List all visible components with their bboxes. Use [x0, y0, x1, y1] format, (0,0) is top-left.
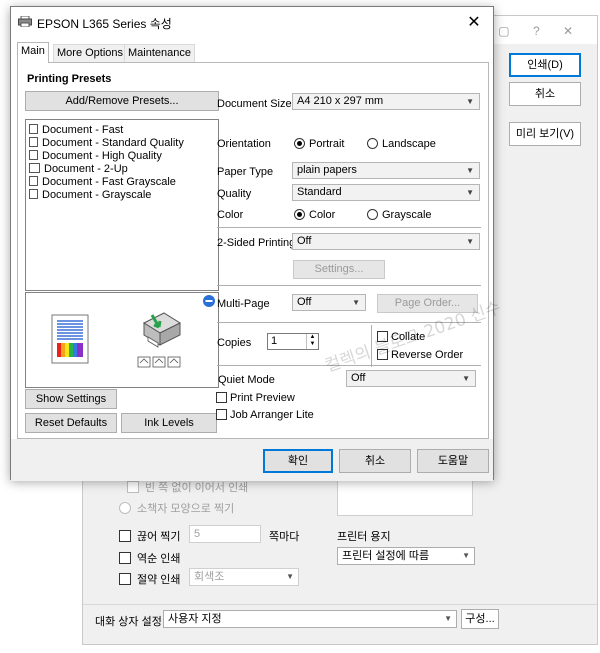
multi-page-label: Multi-Page: [217, 298, 270, 310]
printing-presets-title: Printing Presets: [27, 73, 112, 85]
cut-print-checkbox[interactable]: [119, 530, 131, 542]
chevron-down-icon: ▼: [462, 374, 470, 383]
paper-type-select[interactable]: plain papers ▼: [292, 162, 480, 179]
chevron-down-icon: ▼: [462, 551, 470, 560]
quiet-mode-select[interactable]: Off ▼: [346, 370, 476, 387]
quality-label: Quality: [217, 188, 252, 200]
checkbox-box[interactable]: [216, 392, 227, 403]
ok-button[interactable]: 확인: [263, 449, 333, 473]
divider: [217, 285, 481, 286]
two-up-icon: [29, 163, 40, 173]
show-settings-button[interactable]: Show Settings: [25, 389, 117, 409]
ink-levels-button[interactable]: Ink Levels: [121, 413, 217, 433]
printer-paper-select[interactable]: 프린터 설정에 따름 ▼: [337, 547, 475, 565]
printer-icon: [18, 16, 32, 27]
per-page-label: 쪽마다: [269, 531, 300, 543]
preview-graphic: [51, 295, 215, 368]
preview-button[interactable]: 미리 보기(V): [509, 122, 581, 146]
save-print-checkbox[interactable]: [119, 573, 131, 585]
save-print-select[interactable]: 회색조 ▼: [189, 568, 299, 586]
chevron-down-icon: ▼: [286, 572, 294, 581]
dialog-settings-label: 대화 상자 설정: [95, 616, 162, 628]
list-item[interactable]: Document - 2-Up: [29, 163, 128, 176]
list-item[interactable]: Document - High Quality: [29, 150, 162, 163]
multi-page-select[interactable]: Off ▼: [292, 294, 366, 311]
quality-select[interactable]: Standard ▼: [292, 184, 480, 201]
copies-label: Copies: [217, 337, 252, 349]
window-title: EPSON L365 Series 속성: [37, 17, 172, 31]
document-icon: [29, 137, 38, 147]
color-radio[interactable]: Color: [294, 209, 335, 221]
grayscale-radio[interactable]: Grayscale: [367, 209, 432, 221]
chevron-down-icon: ▼: [466, 237, 474, 246]
help-button[interactable]: 도움말: [417, 449, 489, 473]
orientation-label: Orientation: [217, 138, 271, 150]
stepper-arrows-icon[interactable]: ▲ ▼: [306, 334, 318, 349]
radio-dot[interactable]: [367, 138, 378, 149]
document-icon: [29, 176, 38, 186]
document-icon: [29, 124, 38, 134]
background-divider: [83, 604, 597, 605]
printer-properties-window: EPSON L365 Series 속성 ✕ Main More Options…: [10, 6, 504, 481]
reverse-print-option[interactable]: 역순 인쇄: [119, 550, 181, 566]
chevron-down-icon: ▼: [466, 166, 474, 175]
two-sided-select[interactable]: Off ▼: [292, 233, 480, 250]
quiet-mode-label: Quiet Mode: [218, 374, 275, 386]
booklet-print-radio[interactable]: [119, 502, 131, 514]
close-icon[interactable]: ✕: [465, 12, 483, 32]
printer-graphic: [142, 312, 182, 348]
tab-more-options[interactable]: More Options: [53, 44, 128, 62]
list-item[interactable]: Document - Grayscale: [29, 189, 151, 202]
list-item[interactable]: Document - Standard Quality: [29, 137, 184, 150]
background-cancel-button[interactable]: 취소: [509, 82, 581, 106]
radio-dot[interactable]: [294, 138, 305, 149]
reset-defaults-button[interactable]: Reset Defaults: [25, 413, 117, 433]
add-remove-presets-button[interactable]: Add/Remove Presets...: [25, 91, 219, 111]
cut-print-option[interactable]: 끊어 찍기: [119, 528, 181, 544]
background-title-icons[interactable]: ▢ ? ✕: [498, 24, 583, 38]
dialog-footer: 확인 취소 도움말: [11, 439, 493, 481]
cut-print-spinner[interactable]: 5: [189, 525, 261, 543]
checkbox-box[interactable]: [216, 409, 227, 420]
document-size-label: Document Size: [217, 98, 292, 110]
chevron-down-icon: ▼: [444, 614, 452, 623]
printer-paper-label: 프린터 용지: [337, 531, 391, 543]
tab-main[interactable]: Main: [17, 42, 49, 63]
document-icon: [29, 189, 38, 199]
chevron-down-icon: ▼: [466, 188, 474, 197]
list-item[interactable]: Document - Fast: [29, 124, 123, 137]
copies-stepper[interactable]: 1 ▲ ▼: [267, 333, 319, 350]
print-preview-illustration: [25, 292, 219, 388]
preset-list[interactable]: Document - Fast Document - Standard Qual…: [25, 119, 219, 291]
color-label: Color: [217, 209, 244, 221]
print-preview-checkbox[interactable]: Print Preview: [216, 392, 295, 404]
dialog-settings-select[interactable]: 사용자 지정 ▼: [163, 610, 457, 628]
chevron-down-icon: ▼: [466, 97, 474, 106]
print-button[interactable]: 인쇄(D): [509, 53, 581, 77]
chevron-down-icon: ▼: [352, 298, 360, 307]
two-sided-label: 2-Sided Printing: [217, 237, 296, 249]
no-gap-print-option[interactable]: 빈 쪽 없이 이어서 인쇄: [127, 479, 248, 495]
configure-button[interactable]: 구성...: [461, 609, 499, 629]
booklet-print-option[interactable]: 소책자 모양으로 찍기: [119, 500, 234, 516]
two-sided-settings-button[interactable]: Settings...: [293, 260, 385, 279]
document-icon: [29, 150, 38, 160]
paper-type-label: Paper Type: [217, 166, 274, 178]
tab-maintenance[interactable]: Maintenance: [124, 44, 195, 62]
save-print-option[interactable]: 절약 인쇄: [119, 571, 181, 587]
reverse-print-checkbox[interactable]: [119, 552, 131, 564]
portrait-radio[interactable]: Portrait: [294, 138, 344, 150]
divider: [217, 227, 481, 228]
job-arranger-checkbox[interactable]: Job Arranger Lite: [216, 409, 314, 421]
radio-dot[interactable]: [294, 209, 305, 220]
no-gap-print-checkbox[interactable]: [127, 481, 139, 493]
document-size-select[interactable]: A4 210 x 297 mm ▼: [292, 93, 480, 110]
cancel-button[interactable]: 취소: [339, 449, 411, 473]
radio-dot[interactable]: [367, 209, 378, 220]
titlebar: EPSON L365 Series 속성 ✕: [11, 7, 493, 37]
landscape-radio[interactable]: Landscape: [367, 138, 436, 150]
list-item[interactable]: Document - Fast Grayscale: [29, 176, 176, 189]
